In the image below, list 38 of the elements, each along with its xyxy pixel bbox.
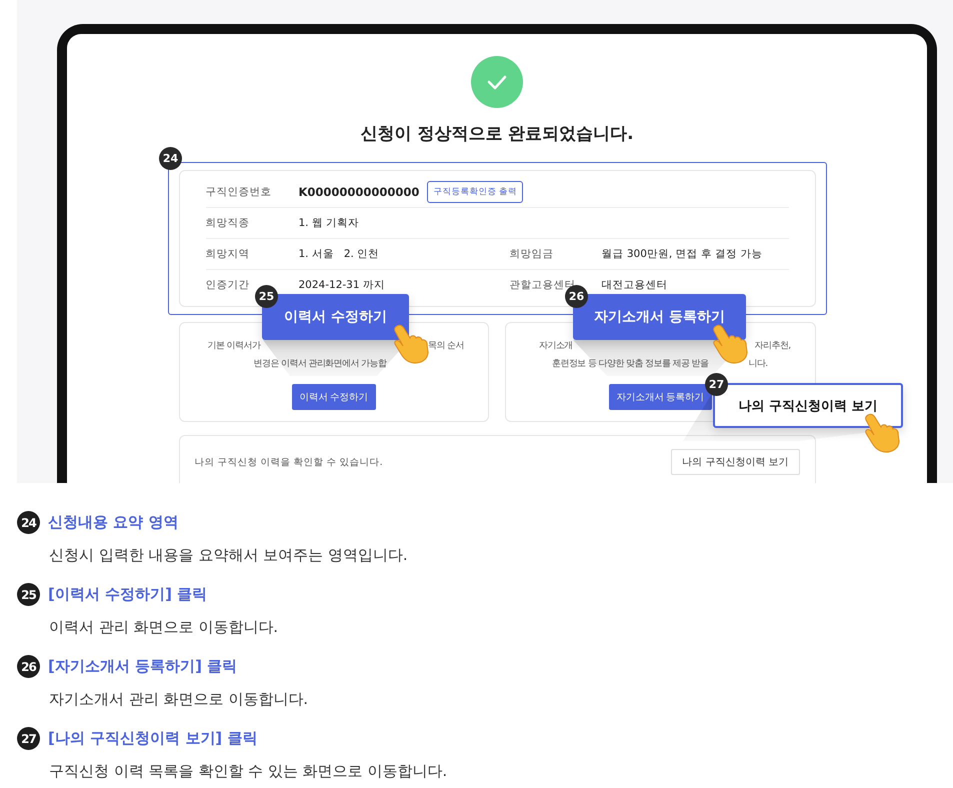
field-label: 인증기간	[206, 278, 250, 292]
legend-description: 자기소개서 관리 화면으로 이동합니다.	[49, 690, 310, 709]
legend-number: 25	[17, 583, 40, 606]
success-check-icon	[471, 56, 523, 108]
field-value: 1. 서울 2. 인천	[298, 247, 380, 261]
field-value: K00000000000000	[298, 185, 420, 199]
card-text: 니다.	[748, 358, 768, 370]
card-text: 목의 순서	[428, 340, 464, 352]
legend-title: [이력서 수정하기] 클릭	[48, 585, 208, 604]
legend-title: [자기소개서 등록하기] 클릭	[48, 657, 238, 676]
field-value: 월급 300만원, 면접 후 결정 가능	[602, 247, 764, 261]
history-text: 나의 구직신청 이력을 확인할 수 있습니다.	[194, 456, 383, 468]
card-text: 자리추천,	[754, 340, 790, 352]
legend-description: 신청시 입력한 내용을 요약해서 보여주는 영역입니다.	[49, 546, 409, 565]
pointing-hand-icon	[862, 411, 902, 453]
legend-number: 26	[17, 655, 40, 678]
field-label: 희망지역	[206, 247, 250, 261]
card-text: 훈련정보 등 다양한 맞춤 정보를 제공 받을	[552, 358, 708, 370]
card-button[interactable]: 이력서 수정하기	[292, 384, 376, 410]
field-label: 희망임금	[510, 247, 554, 261]
field-label: 구직인증번호	[206, 185, 272, 199]
legend-title: 신청내용 요약 영역	[48, 513, 178, 532]
field-value: 2024-12-31 까지	[298, 278, 386, 292]
legend-title: [나의 구직신청이력 보기] 클릭	[48, 729, 258, 748]
legend-description: 이력서 관리 화면으로 이동합니다.	[49, 618, 280, 637]
pointing-hand-icon	[710, 322, 750, 364]
print-certificate-button[interactable]: 구직등록확인증 출력	[427, 181, 524, 203]
legend-number: 24	[17, 511, 40, 534]
legend-number: 27	[17, 727, 40, 750]
legend-description: 구직신청 이력 목록을 확인할 수 있는 화면으로 이동합니다.	[49, 762, 448, 781]
field-value: 대전고용센터	[602, 278, 668, 292]
card-text: 자기소개	[539, 340, 573, 352]
history-button[interactable]: 나의 구직신청이력 보기	[671, 449, 800, 475]
card-text: 변경은 이력서 관리화면에서 가능합	[254, 358, 386, 370]
card-text: 기본 이력서가	[208, 340, 260, 352]
field-value: 1. 웹 기획자	[298, 216, 360, 230]
field-label: 희망직종	[206, 216, 250, 230]
completion-title: 신청이 정상적으로 완료되었습니다.	[360, 123, 634, 146]
